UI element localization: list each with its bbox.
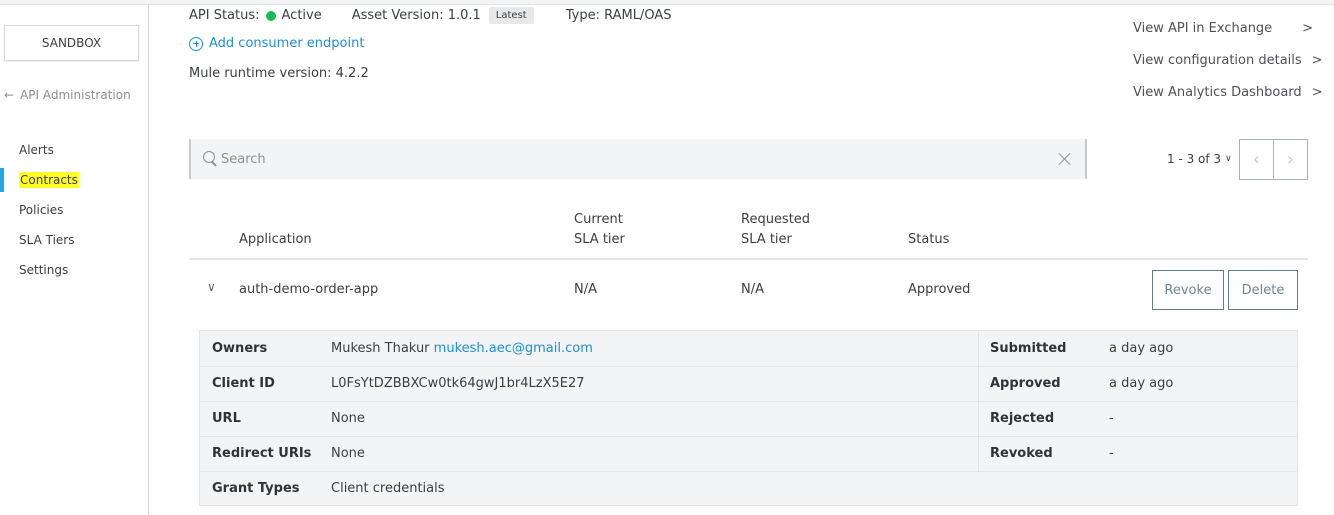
current-sla-tier: N/A [574, 282, 597, 297]
details-row-owners: Owners Mukesh Thakur mukesh.aec@gmail.co… [212, 331, 593, 366]
sidebar-item-label: Contracts [19, 172, 79, 188]
client-id-value: L0FsYtDZBBXCw0tk64gwJ1br4LzX5E27 [331, 376, 585, 391]
submitted-label: Submitted [990, 341, 1067, 356]
link-label: View API in Exchange [1133, 20, 1273, 36]
sidebar-item-settings[interactable]: Settings [0, 255, 148, 285]
asset-version: Asset Version: 1.0.1 [351, 8, 481, 23]
chevron-right-icon: > [1302, 20, 1313, 36]
url-value: None [331, 411, 365, 426]
rejected-value: - [1109, 411, 1114, 426]
api-type: Type: RAML/OAS [565, 8, 672, 23]
client-id-label: Client ID [212, 376, 275, 391]
pagination-range-dropdown[interactable]: 1 - 3 of 3 ∨ [1167, 152, 1232, 166]
owners-value: Mukesh Thakur mukesh.aec@gmail.com [331, 341, 593, 356]
view-api-in-exchange-link[interactable]: View API in Exchange > [1133, 12, 1313, 44]
clear-search-icon[interactable] [1045, 139, 1085, 179]
sidebar-item-label: Settings [19, 263, 69, 277]
owners-label: Owners [212, 341, 268, 356]
column-header-line: Current [574, 212, 623, 227]
contract-details-panel: Owners Mukesh Thakur mukesh.aec@gmail.co… [199, 330, 1298, 506]
back-link-label: API Administration [20, 88, 131, 102]
details-row-client-id: Client ID L0FsYtDZBBXCw0tk64gwJ1br4LzX5E… [212, 366, 585, 401]
status-dot-icon [265, 10, 276, 21]
quick-links: View API in Exchange > View configuratio… [1133, 12, 1323, 108]
application-name: auth-demo-order-app [239, 282, 379, 297]
requested-sla-tier: N/A [741, 282, 764, 297]
column-header-line: Requested [741, 212, 811, 227]
details-row-approved: Approved a day ago [990, 366, 1173, 401]
environment-button[interactable]: SANDBOX [4, 25, 139, 61]
details-row-rejected: Rejected - [990, 401, 1114, 436]
contract-status: Approved [908, 282, 971, 297]
back-to-api-administration-link[interactable]: ← API Administration [4, 88, 131, 102]
rejected-label: Rejected [990, 411, 1055, 426]
approved-value: a day ago [1109, 376, 1174, 391]
column-header-current-sla: Current SLA tier [574, 210, 625, 250]
link-label: View configuration details [1133, 52, 1302, 68]
environment-label: SANDBOX [41, 36, 102, 50]
top-strip [0, 0, 1334, 5]
sidebar-item-label: Policies [19, 203, 64, 217]
owner-name: Mukesh Thakur [331, 341, 430, 356]
link-label: View Analytics Dashboard [1133, 84, 1302, 100]
arrow-left-icon: ← [4, 88, 15, 102]
redirect-uris-value: None [331, 446, 365, 461]
chevron-right-icon: > [1311, 84, 1323, 100]
plus-circle-icon [189, 36, 203, 51]
details-row-redirect-uris: Redirect URIs None [212, 436, 365, 471]
add-consumer-endpoint-link[interactable]: Add consumer endpoint [189, 36, 364, 51]
chevron-down-icon: ∨ [1225, 154, 1232, 164]
submitted-value: a day ago [1109, 341, 1174, 356]
sidebar-item-sla-tiers[interactable]: SLA Tiers [0, 225, 148, 255]
details-row-url: URL None [212, 401, 365, 436]
column-header-line: SLA tier [741, 232, 792, 247]
column-header-line: SLA tier [574, 232, 625, 247]
collapse-row-chevron-icon[interactable]: ∨ [207, 280, 216, 294]
view-configuration-details-link[interactable]: View configuration details > [1133, 44, 1323, 76]
column-header-application: Application [239, 232, 312, 247]
grant-types-value: Client credentials [331, 481, 445, 496]
chevron-right-icon: > [1311, 52, 1323, 68]
add-endpoint-label: Add consumer endpoint [209, 36, 365, 51]
url-label: URL [212, 411, 241, 426]
chevron-left-icon: ‹ [1252, 149, 1261, 170]
details-row-submitted: Submitted a day ago [990, 331, 1173, 366]
owner-email-link[interactable]: mukesh.aec@gmail.com [434, 341, 593, 356]
pagination-controls: ‹ › [1239, 139, 1308, 180]
sidebar-nav: Alerts Contracts Policies SLA Tiers Sett… [0, 135, 148, 285]
pagination-range: 1 - 3 of 3 [1167, 152, 1222, 166]
mule-runtime-version: Mule runtime version: 4.2.2 [189, 66, 369, 81]
search-icon [203, 150, 219, 168]
column-header-requested-sla: Requested SLA tier [741, 210, 810, 250]
sidebar-item-label: Alerts [19, 143, 54, 157]
revoked-label: Revoked [990, 446, 1053, 461]
revoked-value: - [1109, 446, 1114, 461]
details-row-grant-types: Grant Types Client credentials [212, 471, 445, 506]
chevron-right-icon: › [1286, 149, 1295, 170]
search-box [189, 139, 1087, 179]
table-header-divider [189, 258, 1308, 260]
redirect-uris-label: Redirect URIs [212, 446, 312, 461]
sidebar-item-policies[interactable]: Policies [0, 195, 148, 225]
sidebar-item-contracts[interactable]: Contracts [0, 165, 148, 195]
grant-types-label: Grant Types [212, 481, 300, 496]
sidebar: SANDBOX ← API Administration Alerts Cont… [0, 5, 149, 515]
api-status-label: API Status: [189, 8, 260, 23]
approved-label: Approved [990, 376, 1061, 391]
column-header-status: Status [908, 232, 950, 247]
sidebar-item-label: SLA Tiers [19, 233, 75, 247]
revoke-button[interactable]: Revoke [1152, 270, 1224, 310]
next-page-button[interactable]: › [1273, 140, 1307, 179]
search-input[interactable] [221, 151, 1045, 167]
delete-button[interactable]: Delete [1228, 270, 1298, 310]
details-row-revoked: Revoked - [990, 436, 1114, 471]
view-analytics-dashboard-link[interactable]: View Analytics Dashboard > [1133, 76, 1323, 108]
previous-page-button[interactable]: ‹ [1240, 140, 1273, 179]
sidebar-item-alerts[interactable]: Alerts [0, 135, 148, 165]
latest-badge: Latest [488, 7, 534, 24]
api-status-value: Active [281, 8, 322, 23]
api-status-line: API Status: Active Asset Version: 1.0.1 … [189, 7, 671, 24]
